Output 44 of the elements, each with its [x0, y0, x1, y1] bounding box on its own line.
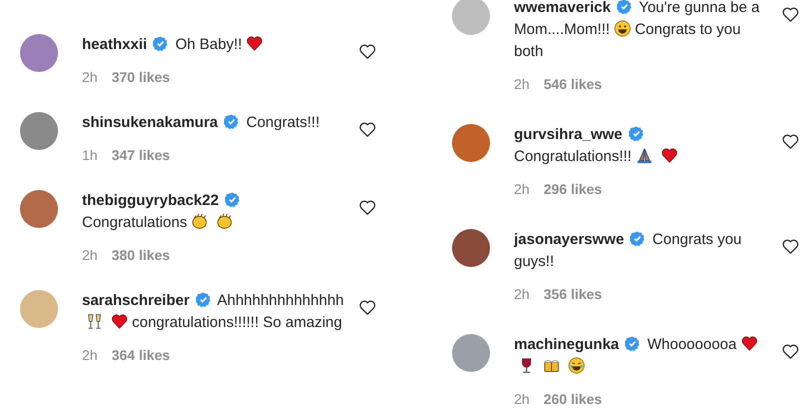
avatar-placeholder[interactable]	[20, 190, 58, 228]
heart-icon[interactable]	[781, 132, 800, 151]
avatar-placeholder[interactable]	[452, 124, 490, 162]
heart-icon[interactable]	[358, 298, 377, 317]
heart-icon[interactable]	[781, 237, 800, 256]
avatar-placeholder[interactable]	[20, 34, 58, 72]
comment-text: sarahschreiber Ahhhhhhhhhhhhhh congratulations!!!!!! So amazing	[82, 291, 344, 333]
username-link[interactable]: thebigguyryback22	[82, 192, 219, 209]
comment-time: 2h	[514, 76, 530, 92]
username-link[interactable]: machinegunka	[514, 336, 620, 353]
comment-time: 2h	[82, 347, 98, 363]
avatar-placeholder[interactable]	[452, 229, 490, 267]
username-link[interactable]: shinsukenakamura	[82, 114, 218, 131]
glasses-toast-emoji-icon	[86, 313, 103, 330]
username-link[interactable]: gurvsihra_wwe	[514, 126, 622, 143]
comment-time: 2h	[82, 69, 98, 85]
comment-time: 2h	[514, 391, 530, 407]
heart-icon[interactable]	[781, 342, 800, 361]
comment-text: heathxxii Oh Baby!!	[82, 34, 344, 56]
heart-icon[interactable]	[781, 5, 800, 24]
comment-time: 2h	[514, 181, 530, 197]
avatar-placeholder[interactable]	[20, 112, 58, 150]
heart-emoji-icon	[111, 313, 128, 330]
username-link[interactable]: jasonayerswwe	[514, 231, 624, 248]
laughing-face-emoji-icon	[568, 357, 585, 374]
heart-icon[interactable]	[358, 198, 377, 217]
comment-text: jasonayerswwe Congrats you guys!!	[514, 230, 743, 272]
comment-time: 2h	[82, 247, 98, 263]
heart-emoji-icon	[246, 35, 264, 52]
username-link[interactable]: sarahschreiber	[82, 292, 190, 309]
heart-icon[interactable]	[358, 42, 377, 61]
comment-text: wwemaverick You're gunna be a Mom....Mom!!! Congrats to you both	[514, 0, 761, 62]
comment-text: shinsukenakamura Congrats!!!	[82, 113, 321, 133]
heart-emoji-icon	[660, 147, 678, 164]
comment-time: 1h	[82, 147, 98, 163]
username-link[interactable]: wwemaverick	[514, 0, 611, 16]
heart-icon[interactable]	[358, 120, 377, 139]
heart-emoji-icon	[740, 335, 758, 352]
grinning-face-emoji-icon	[614, 20, 631, 37]
comment-text: gurvsihra_wwe Congratulations!!!	[514, 124, 767, 168]
username-link[interactable]: heathxxii	[82, 36, 148, 53]
comment-time: 2h	[514, 286, 530, 302]
comment-text: thebigguyryback22 Congratulations	[82, 190, 344, 234]
comment-text: machinegunka Whoooooooa	[514, 334, 767, 378]
